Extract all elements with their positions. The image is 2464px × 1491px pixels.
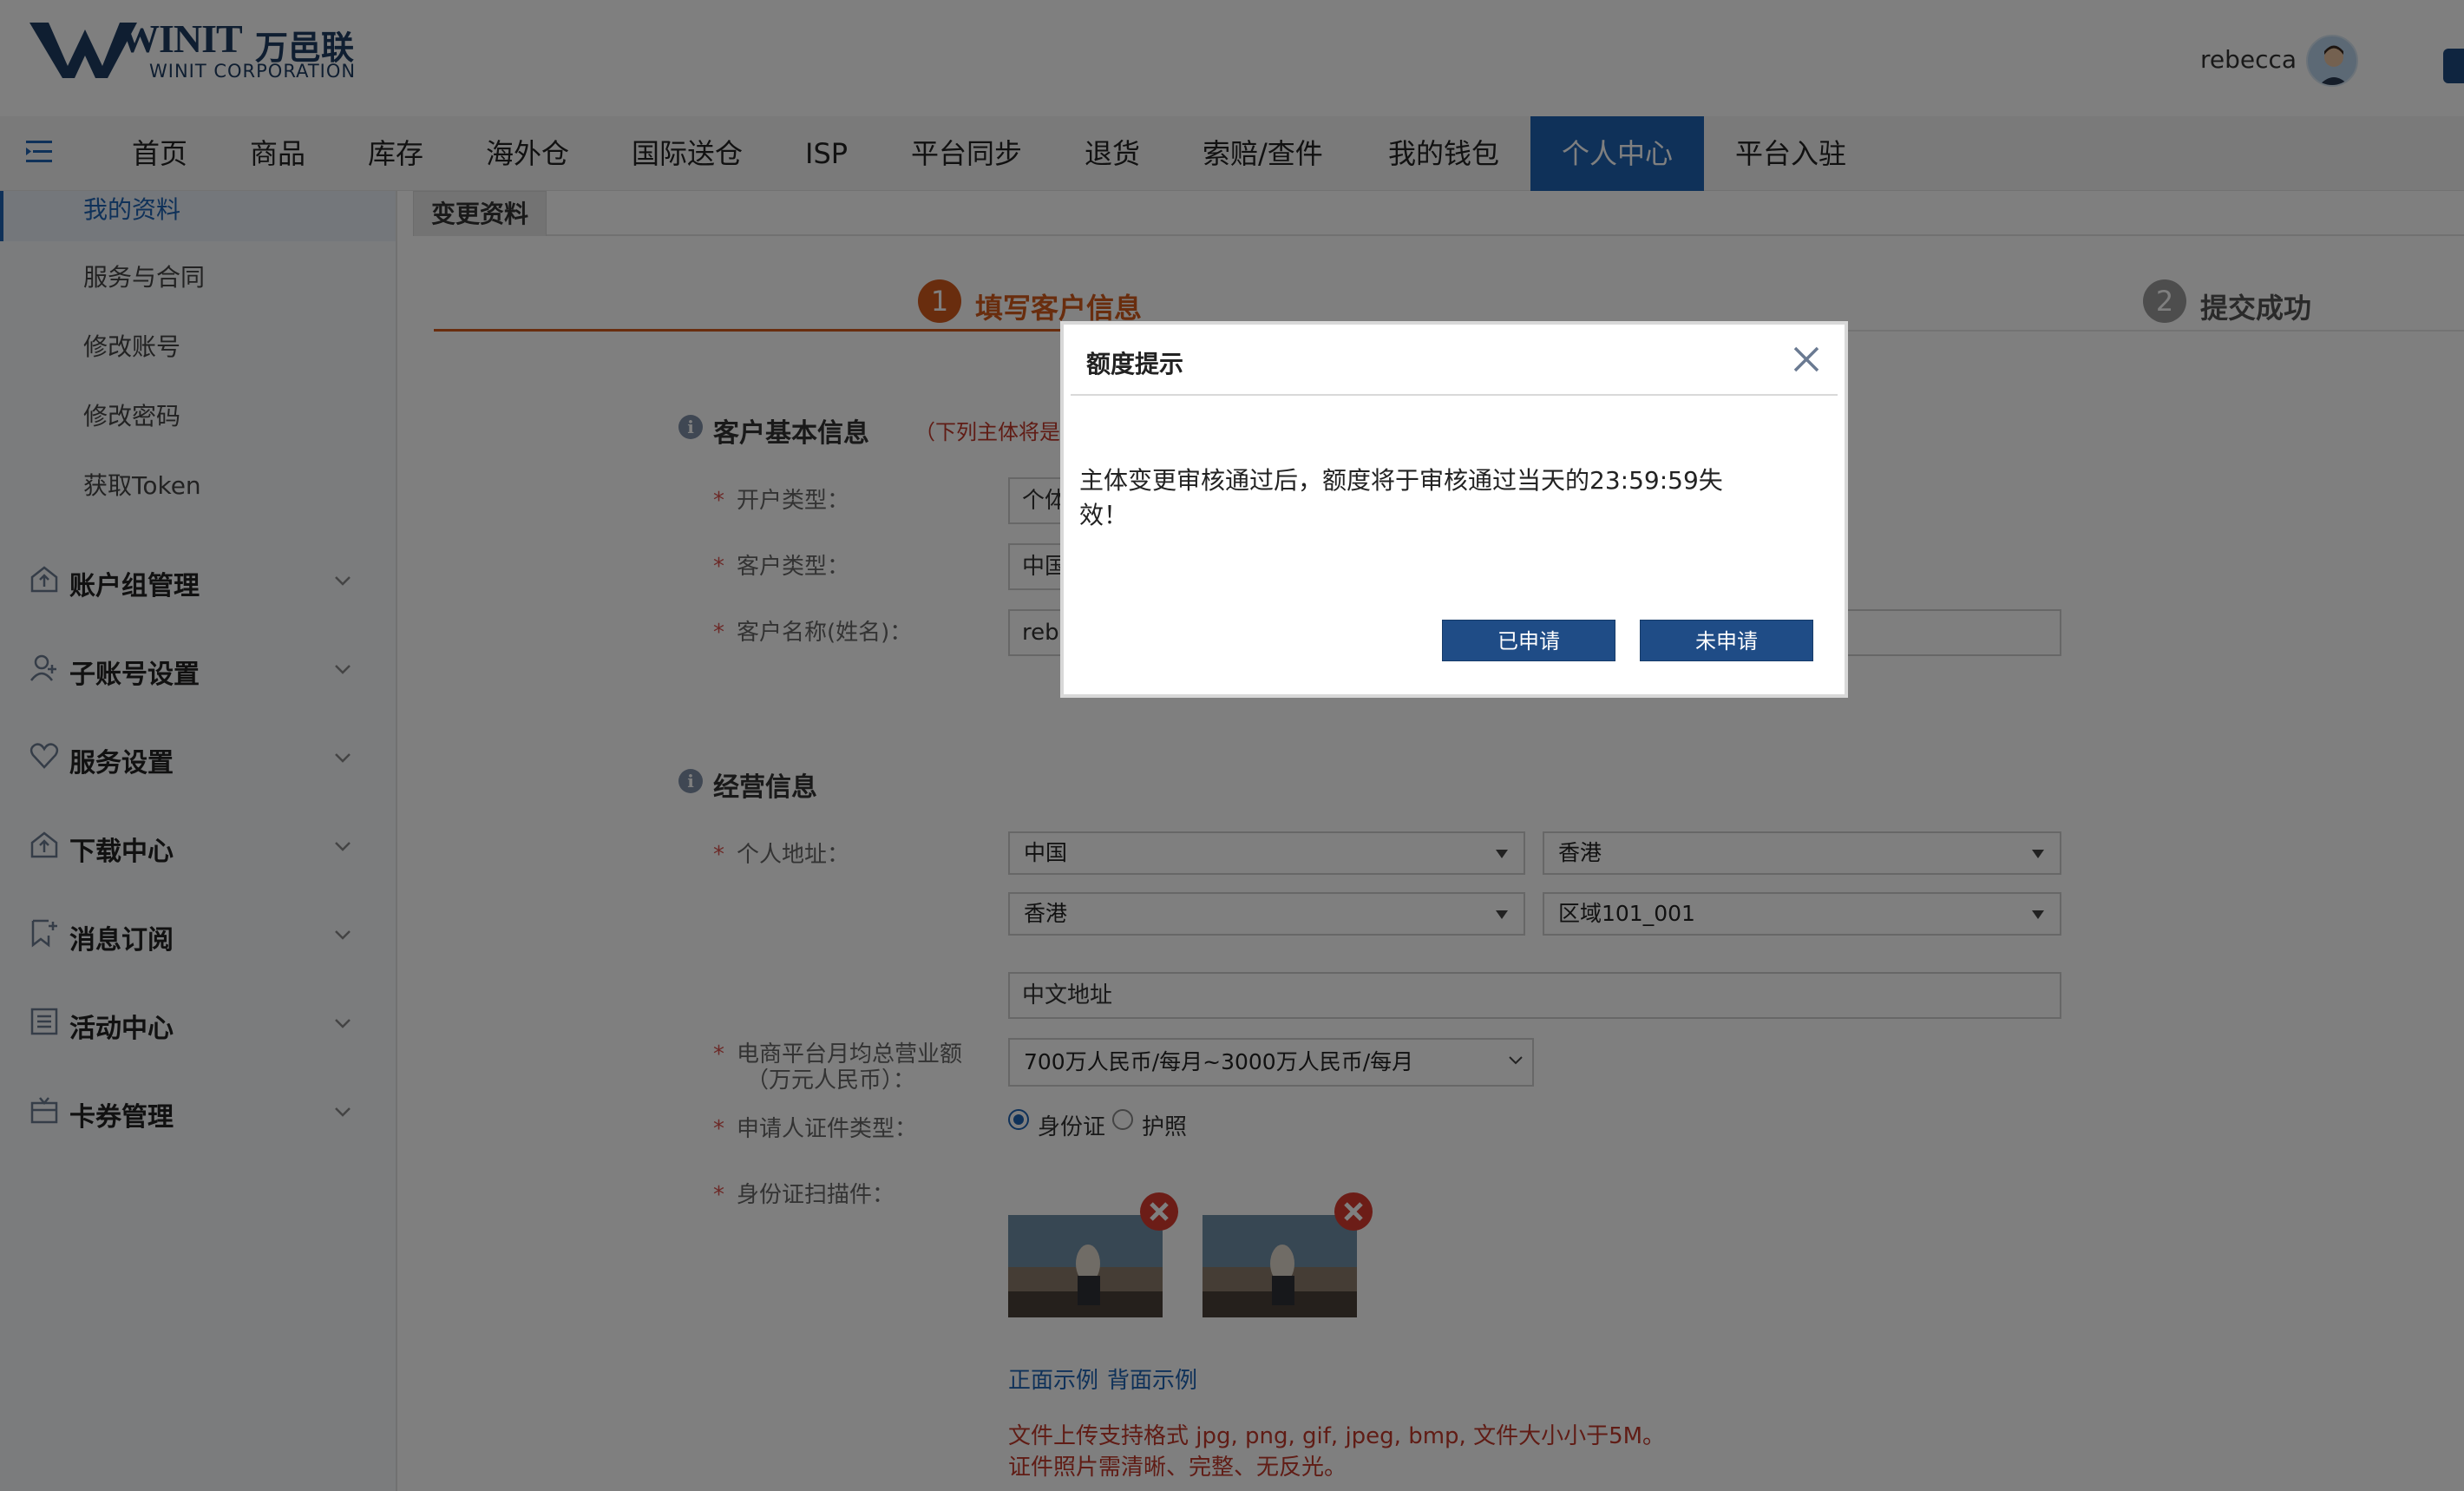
modal-overlay[interactable] — [0, 0, 2464, 1491]
applied-button[interactable]: 已申请 — [1442, 620, 1615, 661]
quota-dialog: 额度提示 主体变更审核通过后，额度将于审核通过当天的23:59:59失效！ 已申… — [1060, 321, 1848, 698]
not-applied-button[interactable]: 未申请 — [1640, 620, 1813, 661]
dialog-title: 额度提示 — [1086, 350, 1184, 378]
close-icon[interactable] — [1791, 344, 1822, 375]
dialog-divider — [1071, 394, 1838, 396]
dialog-message: 主体变更审核通过后，额度将于审核通过当天的23:59:59失效！ — [1079, 466, 1723, 529]
